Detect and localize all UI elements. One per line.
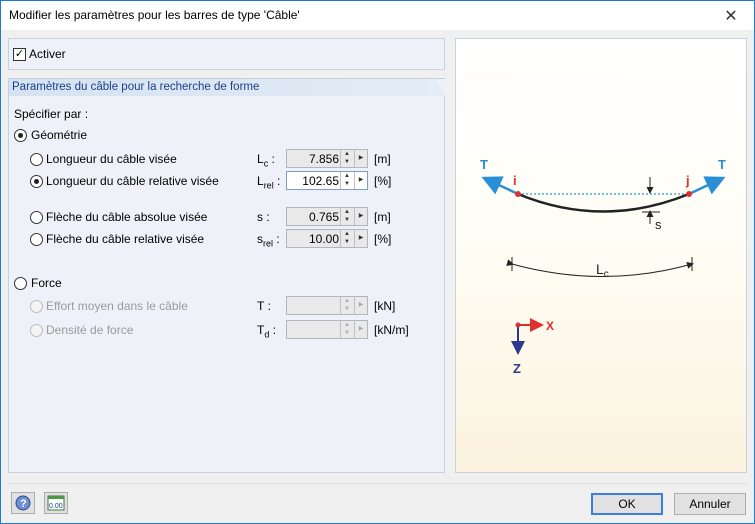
lrel-input[interactable]: 102.65 ▲ ▼ ▶ — [286, 171, 368, 190]
check-icon: ✓ — [14, 48, 25, 60]
s-label: Flèche du câble absolue visée — [46, 210, 208, 224]
tension-arrow-right — [688, 176, 726, 196]
radio-s[interactable] — [30, 211, 43, 224]
lc-symbol: Lc : — [257, 152, 275, 169]
srel-unit: [%] — [374, 232, 392, 246]
help-button[interactable]: ? — [11, 492, 35, 514]
radio-lrel[interactable] — [30, 175, 43, 188]
radio-lc[interactable] — [30, 153, 43, 166]
spin-up-icon[interactable]: ▲ — [341, 172, 353, 180]
menu-arrow-icon[interactable]: ▶ — [354, 321, 367, 338]
radio-t[interactable] — [30, 300, 43, 313]
s-unit: [m] — [374, 210, 391, 224]
srel-label: Flèche du câble relative visée — [46, 232, 205, 246]
node-j — [686, 191, 692, 197]
spin-down-icon[interactable]: ▼ — [341, 216, 353, 224]
specify-label: Spécifier par : — [14, 107, 89, 121]
spin-down-icon[interactable]: ▼ — [341, 180, 353, 188]
t-left-label: T — [480, 157, 488, 172]
srel-value: 10.00 — [308, 232, 339, 246]
t-unit: [kN] — [374, 299, 396, 313]
ok-button[interactable]: OK — [591, 493, 663, 515]
help-icon: ? — [15, 495, 31, 511]
z-axis-label: Z — [513, 361, 521, 376]
t-label: Effort moyen dans le câble — [46, 299, 188, 313]
units-icon: 0.00 — [47, 495, 65, 511]
node-i — [515, 191, 521, 197]
spin-down-icon[interactable]: ▼ — [341, 329, 353, 337]
activer-checkbox[interactable]: ✓ — [13, 48, 26, 61]
radio-td[interactable] — [30, 324, 43, 337]
j-label: j — [685, 173, 690, 188]
force-label: Force — [31, 276, 62, 290]
units-button[interactable]: 0.00 — [44, 492, 68, 514]
cable-illustration: T T i j s Lc X Z — [455, 38, 747, 473]
td-input[interactable]: ▲ ▼ ▶ — [286, 320, 368, 339]
lc-label: Longueur du câble visée — [46, 152, 177, 166]
section-title: Paramètres du câble pour la recherche de… — [9, 79, 446, 96]
s-symbol: s : — [257, 210, 270, 224]
srel-input[interactable]: 10.00 ▲ ▼ ▶ — [286, 229, 368, 248]
geometry-label: Géométrie — [31, 128, 88, 142]
srel-symbol: srel : — [257, 232, 280, 249]
s-value: 0.765 — [308, 210, 339, 224]
close-icon[interactable]: ✕ — [708, 1, 754, 30]
cable-curve — [517, 192, 690, 213]
spin-up-icon[interactable]: ▲ — [341, 150, 353, 158]
t-input[interactable]: ▲ ▼ ▶ — [286, 296, 368, 315]
spin-down-icon[interactable]: ▼ — [341, 238, 353, 246]
activer-panel: ✓ Activer — [8, 38, 445, 70]
svg-text:0.00: 0.00 — [49, 503, 63, 510]
footer-divider — [8, 483, 747, 484]
t-symbol: T : — [257, 299, 272, 313]
radio-srel[interactable] — [30, 233, 43, 246]
x-axis-label: X — [546, 319, 554, 333]
lc-value: 7.856 — [308, 152, 339, 166]
menu-arrow-icon[interactable]: ▶ — [354, 172, 367, 189]
t-right-label: T — [718, 157, 726, 172]
spin-up-icon[interactable]: ▲ — [341, 297, 353, 305]
td-unit: [kN/m] — [374, 323, 409, 337]
activer-label: Activer — [29, 47, 66, 61]
spin-down-icon[interactable]: ▼ — [341, 305, 353, 313]
cable-parameters-panel: Paramètres du câble pour la recherche de… — [8, 78, 446, 473]
dialog-window: Modifier les paramètres pour les barres … — [0, 0, 755, 524]
td-label: Densité de force — [46, 323, 134, 337]
lrel-value: 102.65 — [302, 174, 339, 188]
spin-up-icon[interactable]: ▲ — [341, 321, 353, 329]
window-title: Modifier les paramètres pour les barres … — [9, 8, 300, 22]
s-diagram-label: s — [655, 217, 662, 232]
spin-down-icon[interactable]: ▼ — [341, 158, 353, 166]
lrel-label: Longueur du câble relative visée — [46, 174, 219, 188]
menu-arrow-icon[interactable]: ▶ — [354, 230, 367, 247]
lc-diagram-label: Lc — [596, 261, 609, 280]
lc-unit: [m] — [374, 152, 391, 166]
td-symbol: Td : — [257, 323, 277, 340]
cancel-button[interactable]: Annuler — [674, 493, 746, 515]
svg-text:?: ? — [20, 498, 27, 510]
s-input[interactable]: 0.765 ▲ ▼ ▶ — [286, 207, 368, 226]
i-label: i — [513, 173, 517, 188]
origin-dot — [515, 322, 521, 328]
menu-arrow-icon[interactable]: ▶ — [354, 150, 367, 167]
menu-arrow-icon[interactable]: ▶ — [354, 297, 367, 314]
spin-up-icon[interactable]: ▲ — [341, 208, 353, 216]
lrel-unit: [%] — [374, 174, 392, 188]
spin-up-icon[interactable]: ▲ — [341, 230, 353, 238]
title-bar: Modifier les paramètres pour les barres … — [1, 1, 754, 30]
radio-force[interactable] — [14, 277, 27, 290]
lc-input[interactable]: 7.856 ▲ ▼ ▶ — [286, 149, 368, 168]
menu-arrow-icon[interactable]: ▶ — [354, 208, 367, 225]
lrel-symbol: Lrel : — [257, 174, 281, 191]
cable-diagram: T T i j s Lc X Z — [480, 157, 726, 376]
radio-geometry[interactable] — [14, 129, 27, 142]
